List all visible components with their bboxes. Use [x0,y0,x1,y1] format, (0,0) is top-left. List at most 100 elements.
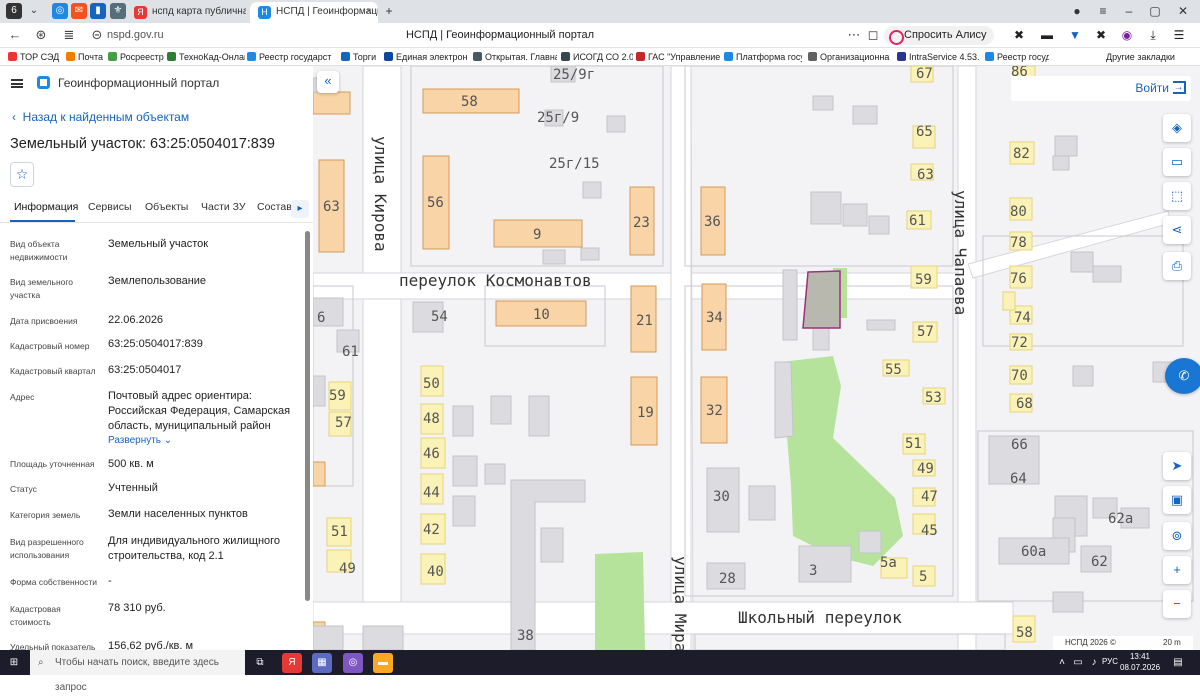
tab-nspd[interactable]: Н НСПД | Геоинформаци × [250,2,378,23]
layers-icon[interactable]: ◈ [1163,114,1191,142]
profile-icon[interactable]: ● [1066,2,1088,20]
bookmark-item[interactable]: ИСОГД СО 2.0 [561,50,633,64]
maximize-button[interactable]: ▢ [1144,2,1166,20]
extension-4-icon[interactable]: ✖ [1094,28,1108,42]
pinned-tab-3-icon[interactable]: ▮ [90,3,106,19]
bookmark-item[interactable]: Единая электрон [384,50,467,64]
map-canvas[interactable]: 25/9г 58 25г/9 25г/15 67 86 65 82 63 56 … [313,66,1200,650]
taskbar-app-icon[interactable]: ▦ [312,653,332,673]
house-number-72: 72 [1011,335,1028,351]
chat-assistant-icon[interactable]: ✆ [1165,358,1200,394]
house-number-74: 74 [1014,310,1031,326]
bookmark-item[interactable]: Организационна [808,50,890,64]
login-button[interactable]: Войти [1135,81,1169,95]
extension-3-icon[interactable]: ▼ [1068,28,1082,42]
task-view-icon[interactable]: ⧉ [250,653,270,673]
house-number-55: 55 [885,362,902,378]
select-area-icon[interactable]: ⬚ [1163,182,1191,210]
bookmark-item[interactable]: ТОР СЭД [8,50,64,64]
tab-search[interactable]: Я нспд карта публичная ка [126,2,246,23]
favorite-star-button[interactable]: ☆ [10,162,34,187]
locate-point-icon[interactable]: ⊚ [1163,522,1191,550]
bookmark-item[interactable]: Открытая. Главна [473,50,557,64]
bookmark-item[interactable]: Реестр государст [247,50,335,64]
portal-brand[interactable]: Геоинформационный портал [58,76,219,90]
park-area [781,356,903,566]
tab-composition[interactable]: Состав [257,201,292,213]
print-icon[interactable]: ⎙ [1163,252,1191,280]
house-number-28: 28 [719,571,736,587]
bookmark-item[interactable]: Платформа госуд [724,50,802,64]
pinned-tab-4-icon[interactable]: ⚜ [110,3,126,19]
field-label: Кадастровый номер [10,341,90,351]
extension-2-icon[interactable]: ▬ [1040,28,1054,42]
expand-address-link[interactable]: Развернуть ⌄ [108,433,293,448]
windows-start-icon[interactable]: ⊞ [4,653,24,673]
taskbar-yandex-icon[interactable]: Я [282,653,302,673]
notifications-icon[interactable]: ▤ [1168,653,1188,673]
house-number-51-west: 51 [331,524,348,540]
tab-list-chevron-icon[interactable]: ⌄ [26,3,42,19]
zoom-in-button[interactable]: + [1163,556,1191,584]
extensions-puzzle-icon[interactable]: ☰ [1172,28,1186,42]
house-number-44: 44 [423,485,440,501]
house-number-10: 10 [533,307,550,323]
bookmark-icon[interactable]: ◻ [864,26,882,44]
street-label-chapaeva: улица Чапаева [951,190,970,315]
taskbar-browser-icon[interactable]: ◎ [343,653,363,673]
field-label: Адрес [10,392,35,402]
alice-button[interactable]: Спросить Алису AI [884,26,994,60]
browser-menu-icon[interactable]: 6 [6,3,22,19]
field-value: 500 кв. м [108,458,154,470]
volume-icon[interactable]: ♪ [1084,653,1104,673]
share-icon[interactable]: ⋖ [1163,216,1191,244]
clock[interactable]: 13:41 08.07.2026 [1120,651,1160,673]
file-explorer-icon[interactable]: ▬ [373,653,393,673]
language-indicator[interactable]: РУС [1102,657,1118,666]
house-number-32: 32 [706,403,723,419]
login-icon[interactable]: → [1173,81,1186,94]
search-icon: ⌕ [38,657,44,668]
house-number-46: 46 [423,446,440,462]
geolocation-icon[interactable]: ➤ [1163,452,1191,480]
field-value: - [108,575,112,587]
field-value: Земли населенных пунктов [108,508,248,520]
house-number-6: 6 [317,310,325,326]
new-tab-button[interactable]: + [378,2,400,20]
basemap-icon[interactable]: ▣ [1163,486,1191,514]
pinned-tab-mail-icon[interactable]: ✉ [71,3,87,19]
more-icon[interactable]: ⋯ [845,26,863,44]
house-number-63-west: 63 [323,199,340,215]
tab-objects[interactable]: Объекты [145,201,188,213]
back-to-results-link[interactable]: ‹ Назад к найденным объектам [12,110,189,124]
extension-5-icon[interactable]: ◉ [1120,28,1134,42]
download-icon[interactable]: ⤓ [1146,28,1160,42]
sidebar-scrollbar[interactable] [305,231,310,601]
house-number-67: 67 [916,66,933,82]
taskbar-search[interactable]: ⌕ Чтобы начать поиск, введите здесь запр… [30,650,245,693]
minimize-button[interactable]: – [1118,2,1140,20]
collapse-sidebar-button[interactable]: « [317,71,339,93]
tab-services[interactable]: Сервисы [88,201,132,213]
toolbox-icon[interactable]: ▭ [1163,148,1191,176]
bookmark-item[interactable]: Реестр госуда [985,50,1049,64]
bookmark-item[interactable]: Росреестр [108,50,164,64]
tab-information[interactable]: Информация [14,201,78,213]
close-window-button[interactable]: ✕ [1172,2,1194,20]
extension-1-icon[interactable]: ✖ [1012,28,1026,42]
bookmark-item[interactable]: ТехноКад-Онлайн [167,50,245,64]
tabs-next-icon[interactable]: ▸ [291,200,309,218]
menu-icon[interactable] [11,79,23,88]
pinned-tab-1-icon[interactable]: ◎ [52,3,68,19]
zoom-out-button[interactable]: − [1163,590,1191,618]
bookmark-item[interactable]: ГАС "Управление [636,50,720,64]
bookmark-item[interactable]: Почта [66,50,106,64]
bookmark-item[interactable]: Торги [341,50,381,64]
tab-parts[interactable]: Части ЗУ [201,201,246,213]
bookmark-item[interactable]: IntraService 4.53.1 [897,50,979,64]
window-menu-icon[interactable]: ≡ [1092,2,1114,20]
house-number-60a: 60а [1021,544,1046,560]
other-bookmarks[interactable]: Другие закладки [1106,50,1196,64]
close-tab-icon[interactable]: × [366,2,372,22]
field-value: 156,62 руб./кв. м [108,640,194,650]
